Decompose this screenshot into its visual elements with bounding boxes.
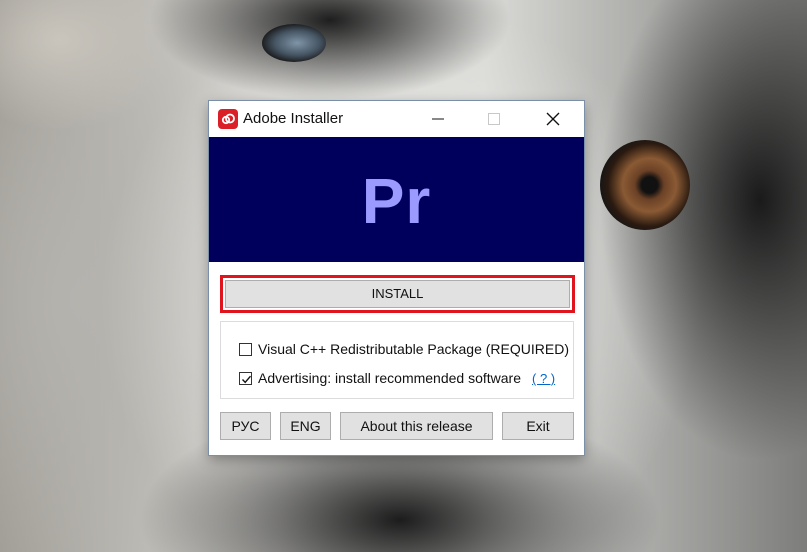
install-highlight-frame: INSTALL [220, 275, 575, 313]
exit-button[interactable]: Exit [502, 412, 574, 440]
wallpaper-dog-eye-left [262, 24, 326, 62]
adobe-creative-cloud-icon [218, 109, 238, 129]
advertising-label[interactable]: Advertising: install recommended softwar… [258, 370, 521, 386]
product-banner: Pr [209, 137, 584, 262]
english-language-button[interactable]: ENG [280, 412, 331, 440]
about-release-button[interactable]: About this release [340, 412, 493, 440]
install-options-group: Visual C++ Redistributable Package (REQU… [220, 321, 574, 399]
advertising-checkbox[interactable] [239, 372, 252, 385]
minimize-button[interactable] [415, 101, 461, 137]
vcredist-label[interactable]: Visual C++ Redistributable Package (REQU… [258, 341, 569, 357]
vcredist-checkbox[interactable] [239, 343, 252, 356]
window-title: Adobe Installer [243, 110, 344, 127]
wallpaper-dog-eye-right [600, 140, 690, 230]
checkmark-icon [241, 375, 252, 384]
advertising-help-link[interactable]: ( ? ) [532, 371, 555, 386]
premiere-pro-logo: Pr [361, 165, 432, 237]
close-button[interactable] [530, 101, 576, 137]
install-button[interactable]: INSTALL [225, 280, 570, 308]
russian-language-button[interactable]: РУС [220, 412, 271, 440]
minimize-icon [432, 118, 444, 120]
close-icon [546, 112, 560, 126]
maximize-icon [488, 113, 500, 125]
title-bar[interactable]: Adobe Installer [209, 101, 584, 137]
maximize-button [471, 101, 517, 137]
installer-window: Adobe Installer Pr INSTALL Visual C++ Re… [209, 101, 584, 455]
